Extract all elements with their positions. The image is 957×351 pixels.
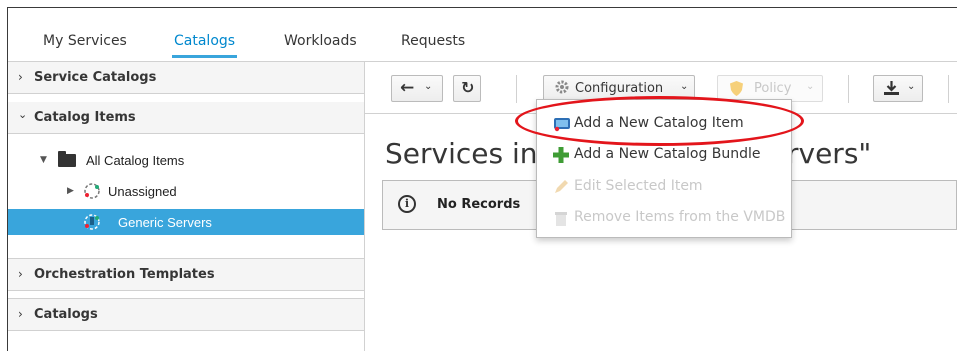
accordion-orchestration-templates[interactable]: › Orchestration Templates [8, 258, 364, 291]
chevron-down-icon: ⌄ [18, 108, 28, 121]
toolbar-divider [948, 75, 949, 103]
accordion-label: Catalog Items [34, 110, 136, 125]
tree-item-unassigned[interactable]: ▶ Unassigned [8, 179, 364, 203]
accordion-label: Service Catalogs [34, 70, 157, 85]
chevron-right-icon: › [18, 307, 23, 321]
page-title-end: rvers" [787, 137, 872, 170]
chevron-down-icon: ⌄ [907, 81, 916, 92]
caret-down-icon[interactable]: ▼ [40, 155, 47, 165]
menu-item-remove-items[interactable]: Remove Items from the VMDB [537, 202, 791, 232]
app-frame: My Services Catalogs Workloads Requests … [7, 7, 957, 351]
pencil-icon [553, 179, 569, 194]
configuration-dropdown-menu: Add a New Catalog Item Add a New Catalog… [536, 99, 792, 238]
toolbar-divider [516, 75, 517, 103]
top-nav: My Services Catalogs Workloads Requests [8, 8, 957, 62]
chevron-right-icon: › [18, 267, 23, 281]
accordion-service-catalogs[interactable]: › Service Catalogs [8, 62, 364, 94]
policy-button[interactable]: Policy ⌄ [717, 75, 823, 102]
download-button[interactable]: ⌄ [873, 75, 923, 102]
info-icon: i [398, 195, 416, 213]
page-title: Services in [385, 137, 538, 170]
trash-icon [553, 210, 569, 226]
tree-item-label: Generic Servers [118, 215, 212, 230]
tab-workloads[interactable]: Workloads [284, 33, 357, 49]
tab-catalogs[interactable]: Catalogs [171, 33, 238, 58]
menu-item-add-catalog-bundle[interactable]: Add a New Catalog Bundle [537, 139, 791, 169]
download-icon [883, 80, 900, 101]
menu-item-label: Add a New Catalog Bundle [574, 146, 761, 162]
chevron-down-icon: ⌄ [806, 81, 815, 92]
tree-item-label: Unassigned [108, 184, 177, 199]
toolbar-divider [848, 75, 849, 103]
chevron-down-icon: ⌄ [680, 81, 689, 92]
policy-label: Policy [754, 81, 792, 96]
refresh-icon: ↻ [461, 78, 475, 97]
accordion-label: Catalogs [34, 307, 98, 322]
caret-right-icon[interactable]: ▶ [67, 186, 74, 196]
tree-item-all-catalog-items[interactable]: ▼ All Catalog Items [8, 148, 364, 172]
alert-message: No Records [437, 197, 521, 212]
sidebar: › Service Catalogs ⌄ Catalog Items ▼ All… [8, 62, 365, 351]
configuration-button[interactable]: Configuration ⌄ [543, 75, 695, 102]
tab-my-services[interactable]: My Services [43, 33, 127, 49]
plus-icon [553, 147, 569, 163]
menu-item-label: Edit Selected Item [574, 178, 703, 194]
gear-icon [554, 79, 570, 99]
refresh-button[interactable]: ↻ [453, 75, 481, 102]
add-catalog-item-icon [553, 116, 570, 132]
configuration-label: Configuration [575, 81, 664, 96]
menu-item-add-catalog-item[interactable]: Add a New Catalog Item [537, 108, 791, 138]
catalog-icon [82, 213, 102, 235]
chevron-down-icon: ⌄ [424, 81, 433, 92]
menu-item-edit-selected[interactable]: Edit Selected Item [537, 171, 791, 201]
accordion-catalog-items[interactable]: ⌄ Catalog Items [8, 102, 364, 134]
catalog-icon [82, 182, 102, 204]
arrow-left-icon: ← [400, 78, 415, 98]
tree-item-generic-servers[interactable]: Generic Servers [8, 209, 364, 235]
accordion-label: Orchestration Templates [34, 267, 215, 282]
shield-icon [729, 80, 744, 101]
tree-item-label: All Catalog Items [86, 153, 185, 168]
folder-icon [58, 151, 76, 167]
tab-requests[interactable]: Requests [401, 33, 465, 49]
menu-item-label: Add a New Catalog Item [574, 115, 744, 131]
accordion-catalogs[interactable]: › Catalogs [8, 298, 364, 331]
history-back-button[interactable]: ← ⌄ [391, 75, 443, 102]
menu-item-label: Remove Items from the VMDB [574, 209, 786, 225]
chevron-right-icon: › [18, 70, 23, 84]
